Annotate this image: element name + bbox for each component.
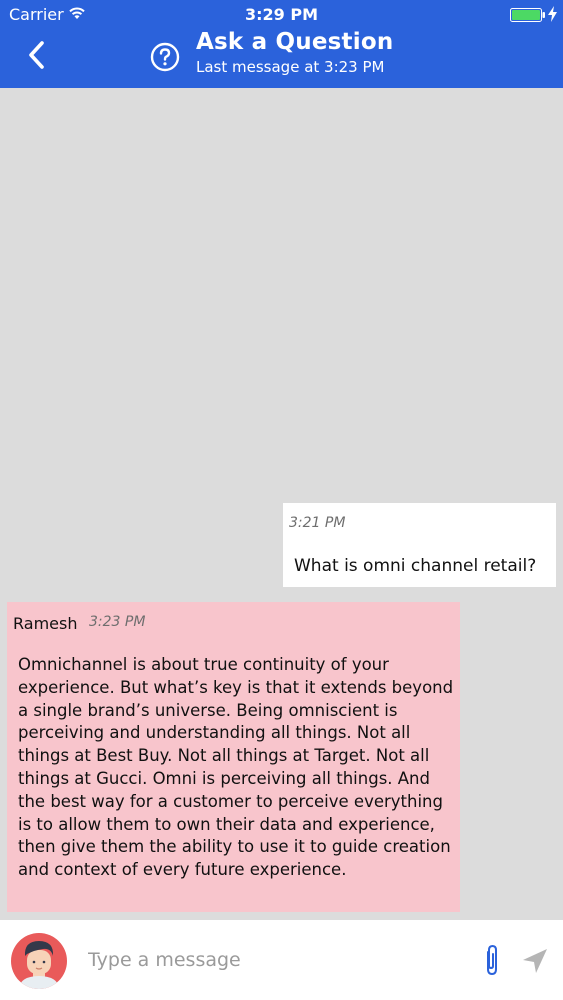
outgoing-message: 3:21 PM What is omni channel retail?	[283, 503, 556, 587]
user-avatar[interactable]	[10, 932, 68, 990]
page-title: Ask a Question	[196, 29, 394, 55]
message-sender: Ramesh	[13, 614, 78, 633]
message-composer	[0, 920, 563, 1000]
message-text: Omnichannel is about true continuity of …	[18, 655, 454, 880]
chat-thread[interactable]: 3:21 PM What is omni channel retail? Ram…	[0, 88, 563, 920]
back-button[interactable]	[22, 38, 52, 72]
help-circle-icon	[150, 42, 180, 72]
message-time: 3:23 PM	[89, 614, 146, 630]
incoming-message: Ramesh 3:23 PM Omnichannel is about true…	[7, 602, 460, 912]
battery-icon	[510, 8, 545, 22]
status-bar: Carrier 3:29 PM	[0, 0, 563, 28]
message-text: What is omni channel retail?	[294, 556, 537, 576]
message-time: 3:21 PM	[289, 515, 346, 531]
status-time: 3:29 PM	[244, 5, 318, 24]
chevron-left-icon	[29, 41, 44, 69]
attach-button[interactable]	[480, 942, 504, 978]
message-input[interactable]	[88, 942, 458, 978]
app-header: Carrier 3:29 PM Ask a Question Last mess…	[0, 0, 563, 88]
paperclip-icon	[487, 944, 497, 976]
send-button[interactable]	[520, 946, 550, 976]
charging-bolt-icon	[548, 6, 557, 22]
send-arrow-icon	[523, 949, 547, 973]
last-message-subtitle: Last message at 3:23 PM	[196, 58, 385, 76]
